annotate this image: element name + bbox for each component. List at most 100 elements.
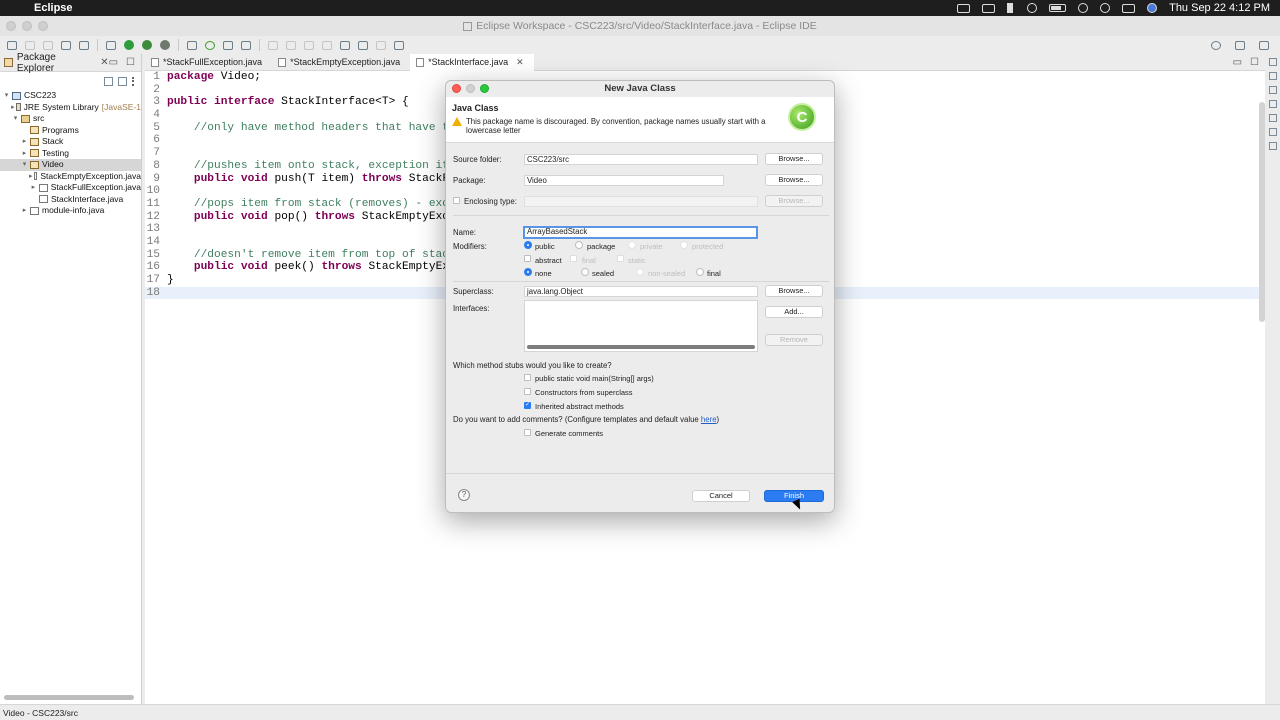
editor-tab[interactable]: *StackEmptyException.java: [272, 54, 410, 71]
control-center-icon[interactable]: [1122, 3, 1136, 13]
save-icon[interactable]: [22, 38, 38, 52]
source-folder-field[interactable]: CSC223/src: [524, 154, 758, 165]
new-icon[interactable]: [4, 38, 20, 52]
maximize-editor-icon[interactable]: ☐: [1250, 57, 1259, 68]
new-java-package-icon[interactable]: [184, 38, 200, 52]
package-browse-button[interactable]: Browse...: [765, 174, 823, 186]
battery-icon[interactable]: [1049, 4, 1067, 12]
enclosing-type-checkbox[interactable]: [453, 197, 460, 204]
superclass-browse-button[interactable]: Browse...: [765, 285, 823, 297]
progress-icon[interactable]: [1269, 142, 1277, 150]
window-close-button[interactable]: [6, 21, 16, 31]
modifier-final-radio[interactable]: [696, 268, 704, 276]
interfaces-list[interactable]: [524, 300, 758, 352]
modifier-final-checkbox[interactable]: [570, 255, 577, 262]
view-menu-icon[interactable]: [132, 76, 135, 86]
tree-item[interactable]: ▾ src: [0, 113, 141, 125]
dialog-zoom-button[interactable]: [480, 84, 489, 93]
task-list-icon[interactable]: [1269, 72, 1277, 80]
enclosing-type-browse-button[interactable]: Browse...: [765, 195, 823, 207]
modifier-public-radio[interactable]: [524, 241, 532, 249]
editor-vertical-scrollbar[interactable]: [1259, 102, 1265, 322]
modifier-sealed-radio[interactable]: [581, 268, 589, 276]
tree-item[interactable]: ▾ Video: [0, 159, 141, 171]
tree-item[interactable]: ▸ JRE System Library [JavaSE-1: [0, 102, 141, 114]
modifier-private-radio[interactable]: [628, 241, 636, 249]
volume-icon[interactable]: [1007, 3, 1015, 13]
enclosing-type-field[interactable]: [524, 196, 758, 207]
app-menu-eclipse[interactable]: Eclipse: [34, 2, 73, 14]
stub-constructors-checkbox[interactable]: [524, 388, 531, 395]
prev-annotation-icon[interactable]: [301, 38, 317, 52]
collapsed-arrow-icon[interactable]: ▸: [20, 205, 29, 217]
collapse-all-icon[interactable]: [104, 76, 113, 86]
search-tool-icon[interactable]: [238, 38, 254, 52]
minimize-view-icon[interactable]: ▭: [109, 57, 118, 68]
editor-tab[interactable]: *StackFullException.java: [145, 54, 272, 71]
package-field[interactable]: Video: [524, 175, 724, 186]
link-with-editor-icon[interactable]: [118, 76, 127, 86]
annotation-icon[interactable]: [265, 38, 281, 52]
tree-item[interactable]: ▸ Testing: [0, 148, 141, 160]
keyboard-icon[interactable]: [982, 3, 996, 13]
interfaces-scrollbar[interactable]: [527, 345, 755, 349]
remove-interface-button[interactable]: Remove: [765, 334, 823, 346]
pin-editor-icon[interactable]: [319, 38, 335, 52]
menubar-clock[interactable]: Thu Sep 22 4:12 PM: [1169, 2, 1270, 14]
configure-templates-link[interactable]: here: [701, 415, 717, 424]
search-icon[interactable]: [1208, 38, 1224, 52]
close-icon[interactable]: ✕: [516, 57, 524, 68]
open-perspective-button-icon[interactable]: [1232, 38, 1248, 52]
declaration-icon[interactable]: [1269, 114, 1277, 122]
close-icon[interactable]: ✕: [100, 57, 108, 68]
dialog-close-button[interactable]: [452, 84, 461, 93]
maximize-view-icon[interactable]: ☐: [126, 57, 135, 68]
open-type-icon[interactable]: [220, 38, 236, 52]
spotlight-search-icon[interactable]: [1100, 3, 1111, 13]
source-folder-browse-button[interactable]: Browse...: [765, 153, 823, 165]
cancel-button[interactable]: Cancel: [692, 490, 750, 502]
siri-icon[interactable]: [1147, 3, 1158, 13]
expanded-arrow-icon[interactable]: ▾: [2, 90, 11, 102]
wifi-icon[interactable]: [1078, 3, 1089, 13]
tree-item[interactable]: StackInterface.java: [0, 194, 141, 206]
tree-item[interactable]: ▸ StackEmptyException.java: [0, 171, 141, 183]
stub-inherited-checkbox[interactable]: [524, 401, 531, 409]
back-icon[interactable]: [355, 38, 371, 52]
run-icon[interactable]: [121, 38, 137, 52]
collapsed-arrow-icon[interactable]: ▸: [29, 171, 33, 183]
external-tools-icon[interactable]: [157, 38, 173, 52]
stub-main-checkbox[interactable]: [524, 374, 531, 381]
tree-item[interactable]: ▸ Stack: [0, 136, 141, 148]
editor-tab[interactable]: *StackInterface.java ✕: [410, 53, 534, 71]
coverage-icon[interactable]: [139, 38, 155, 52]
modifier-static-checkbox[interactable]: [617, 255, 624, 262]
expanded-arrow-icon[interactable]: ▾: [20, 159, 29, 171]
tree-item[interactable]: ▸ StackFullException.java: [0, 182, 141, 194]
tree-item[interactable]: Programs: [0, 125, 141, 137]
javadoc-icon[interactable]: [1269, 100, 1277, 108]
modifier-package-radio[interactable]: [575, 241, 583, 249]
terminal-icon[interactable]: [58, 38, 74, 52]
console-icon[interactable]: [1269, 128, 1277, 136]
screen-mirror-icon[interactable]: [957, 3, 971, 13]
generate-comments-checkbox[interactable]: [524, 429, 531, 436]
collapsed-arrow-icon[interactable]: ▸: [20, 148, 29, 160]
forward-icon[interactable]: [373, 38, 389, 52]
modifier-none-radio[interactable]: [524, 268, 532, 276]
problems-icon[interactable]: [1269, 86, 1277, 94]
play-circle-icon[interactable]: [1027, 3, 1038, 13]
package-explorer-tab[interactable]: Package Explorer ✕ ▭ ☐: [0, 52, 141, 74]
modifier-non-sealed-radio[interactable]: [636, 268, 644, 276]
open-perspective-icon[interactable]: [391, 38, 407, 52]
debug-icon[interactable]: [103, 38, 119, 52]
modifier-abstract-checkbox[interactable]: [524, 255, 531, 262]
collapsed-arrow-icon[interactable]: ▸: [29, 182, 38, 194]
minimize-editor-icon[interactable]: ▭: [1233, 57, 1242, 68]
superclass-field[interactable]: java.lang.Object: [524, 286, 758, 297]
save-all-icon[interactable]: [40, 38, 56, 52]
modifier-protected-radio[interactable]: [680, 241, 688, 249]
add-interface-button[interactable]: Add...: [765, 306, 823, 318]
collapsed-arrow-icon[interactable]: ▸: [11, 102, 15, 114]
tree-item[interactable]: ▾ CSC223: [0, 90, 141, 102]
